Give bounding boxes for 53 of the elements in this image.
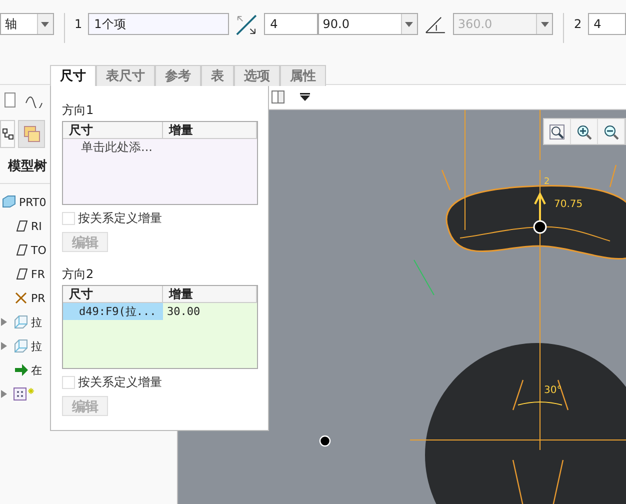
- angle-combo[interactable]: 90.0: [318, 13, 418, 35]
- checkbox-label: 按关系定义增量: [78, 374, 162, 391]
- panel-tab[interactable]: 参考: [155, 65, 201, 86]
- tree-item[interactable]: TO: [31, 244, 46, 256]
- section-title: 方向2: [62, 266, 95, 283]
- tree-item[interactable]: FR: [31, 268, 45, 280]
- table-cell[interactable]: d49:F9(拉...: [63, 303, 163, 320]
- pattern-icon: [13, 386, 35, 402]
- column-header: 增量: [163, 122, 257, 139]
- book-icon: [270, 89, 286, 105]
- extrude-icon: [13, 314, 29, 330]
- pattern-type-dropdown[interactable]: 轴: [0, 13, 54, 35]
- search-icon: [549, 124, 565, 140]
- table-cell[interactable]: 30.00: [163, 303, 257, 320]
- caret-icon: [405, 22, 414, 26]
- panel-tab[interactable]: 选项: [234, 65, 280, 86]
- dimension-label: 2: [544, 177, 550, 187]
- panel-tab[interactable]: 表: [201, 65, 234, 86]
- tree-item[interactable]: PRT0: [19, 196, 46, 208]
- tree-item[interactable]: RI: [31, 220, 42, 232]
- reference-field[interactable]: 1个项: [88, 13, 230, 35]
- column-header: 尺寸: [63, 122, 163, 139]
- tree-tab[interactable]: [0, 120, 15, 148]
- caret-icon: [540, 22, 549, 26]
- direction-label: 1: [74, 16, 82, 33]
- dimension-label: 70.75: [554, 199, 583, 210]
- panel-tab[interactable]: 尺寸: [50, 65, 96, 86]
- folders-icon: [24, 126, 40, 142]
- zoom-out-icon: [603, 124, 619, 140]
- expand-arrow-icon[interactable]: [0, 390, 8, 398]
- checkbox-label: 按关系定义增量: [78, 210, 162, 227]
- diagonal-arrow-icon: [235, 13, 258, 37]
- tree-item[interactable]: 在: [31, 362, 42, 378]
- expand-arrow-icon[interactable]: [0, 342, 8, 350]
- dimension-label: 30°: [544, 385, 562, 396]
- extrude-icon: [13, 338, 29, 354]
- tree-item[interactable]: 拉: [31, 338, 42, 354]
- zoom-in-icon: [576, 124, 592, 140]
- arrow-icon: [13, 362, 29, 378]
- filter-icon[interactable]: [300, 93, 310, 101]
- expand-arrow-icon[interactable]: [0, 318, 8, 326]
- caret-icon: [41, 22, 50, 26]
- column-header: 增量: [163, 286, 257, 303]
- section-title: 方向1: [62, 102, 95, 119]
- tree-item[interactable]: PR: [31, 292, 46, 304]
- count-field[interactable]: 4: [264, 13, 318, 35]
- direction-label: 2: [574, 16, 582, 33]
- tree-icon: [2, 126, 14, 142]
- cube-icon: [1, 194, 17, 210]
- count-field[interactable]: 4: [588, 13, 626, 35]
- panel-tab[interactable]: 属性: [280, 65, 326, 86]
- tree-item[interactable]: 拉: [31, 314, 42, 330]
- panel-tab[interactable]: 表尺寸: [96, 65, 155, 86]
